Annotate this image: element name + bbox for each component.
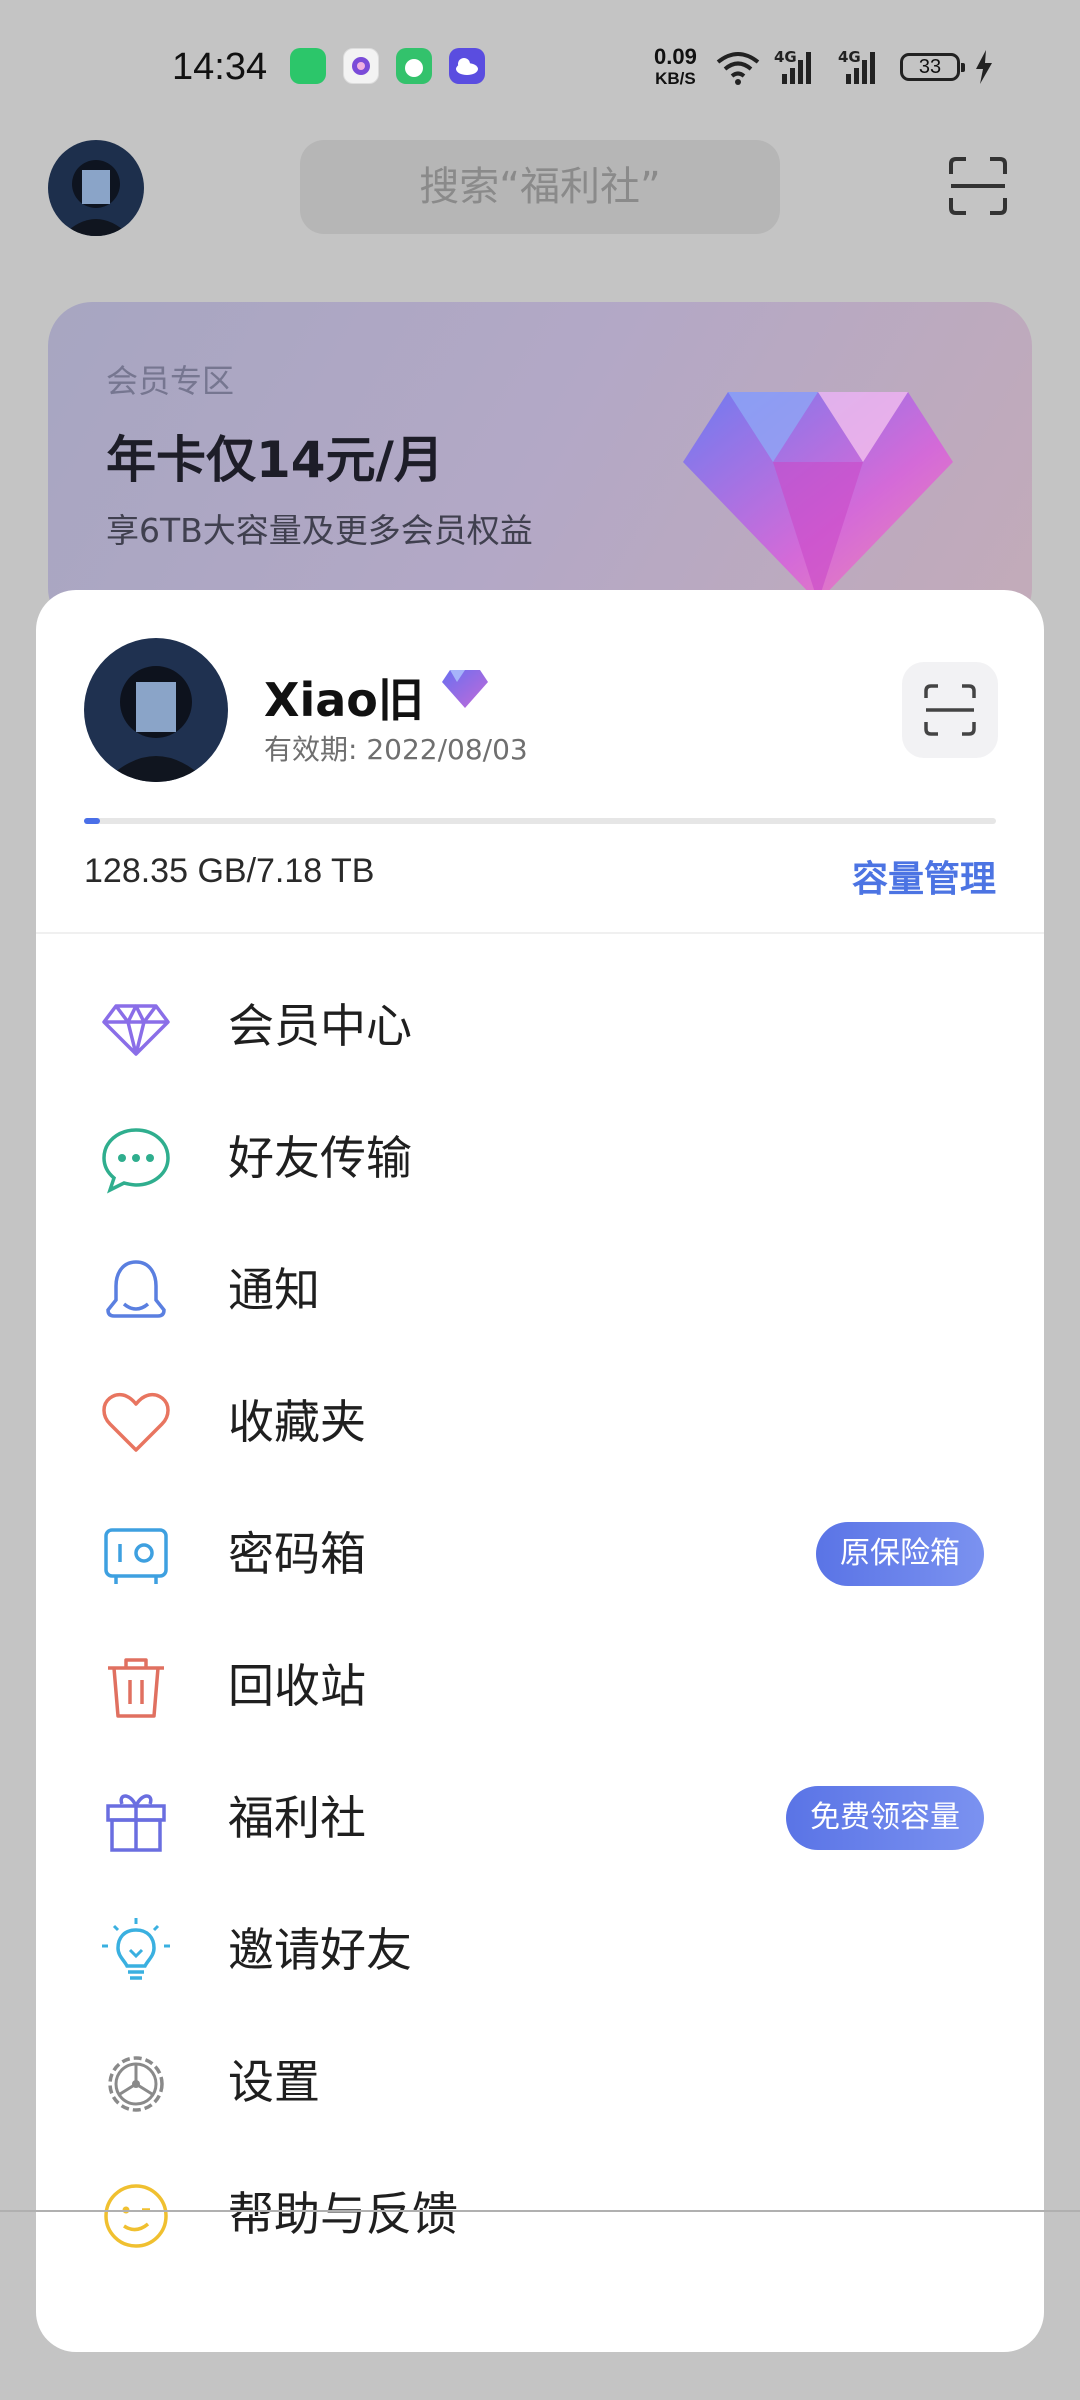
wechat-icon	[290, 48, 326, 84]
menu-item-welfare[interactable]: 福利社 免费领容量	[36, 1752, 1044, 1884]
membership-validity: 有效期: 2022/08/03	[264, 733, 528, 766]
game-app-icon	[396, 48, 432, 84]
status-bar: 14:34 0.09 KB/S 4G 4G 33	[0, 0, 1080, 136]
cloud-app-icon	[449, 48, 485, 84]
menu-item-label: 会员中心	[228, 999, 412, 1053]
promo-title: 年卡仅14元/月	[106, 431, 444, 489]
battery-icon: 33	[900, 53, 965, 81]
capacity-management-link[interactable]: 容量管理	[852, 850, 996, 902]
smile-icon	[104, 2184, 168, 2248]
profile-avatar[interactable]	[84, 638, 228, 782]
trash-icon	[108, 1658, 164, 1718]
scan-icon	[924, 684, 976, 736]
menu-item-label: 收藏夹	[228, 1395, 366, 1449]
menu-item-label: 帮助与反馈	[228, 2187, 458, 2241]
camera-app-icon	[343, 48, 379, 84]
menu-item-label: 好友传输	[228, 1131, 412, 1185]
wifi-icon	[716, 52, 760, 85]
scan-icon[interactable]	[948, 156, 1008, 216]
storage-progress-bar	[84, 818, 996, 824]
username: Xiao旧	[264, 673, 424, 727]
vip-diamond-icon	[442, 670, 488, 708]
signal-icon: 4G	[838, 48, 878, 88]
scan-button[interactable]	[902, 662, 998, 758]
background-tabbar-divider	[0, 2210, 1080, 2212]
network-speed: 0.09 KB/S	[654, 44, 697, 89]
menu-item-label: 回收站	[228, 1659, 366, 1713]
menu-item-label: 设置	[228, 2055, 320, 2109]
diamond-icon	[102, 1004, 170, 1056]
menu-item-recycle-bin[interactable]: 回收站	[36, 1620, 1044, 1752]
signal-icon: 4G	[774, 48, 814, 88]
menu-item-friend-transfer[interactable]: 好友传输	[36, 1092, 1044, 1224]
charging-icon	[976, 50, 992, 84]
search-input[interactable]: 搜索“福利社”	[300, 140, 780, 234]
menu-item-settings[interactable]: 设置	[36, 2016, 1044, 2148]
gift-icon	[106, 1794, 166, 1852]
chat-icon	[102, 1128, 170, 1194]
menu-item-favorites[interactable]: 收藏夹	[36, 1356, 1044, 1488]
menu-item-label: 通知	[228, 1263, 320, 1317]
menu-item-label: 密码箱	[228, 1527, 366, 1581]
password-safe-badge[interactable]: 原保险箱	[816, 1522, 984, 1586]
status-time: 14:34	[172, 46, 268, 88]
menu-item-password-safe[interactable]: 密码箱 原保险箱	[36, 1488, 1044, 1620]
storage-progress-fill	[84, 818, 100, 824]
welfare-badge[interactable]: 免费领容量	[786, 1786, 984, 1850]
gear-icon	[108, 2056, 164, 2112]
diamond-illustration	[683, 392, 953, 602]
storage-usage-text: 128.35 GB/7.18 TB	[84, 852, 375, 890]
menu-item-vip-center[interactable]: 会员中心	[36, 960, 1044, 1092]
promo-card[interactable]: 会员专区 年卡仅14元/月 享6TB大容量及更多会员权益	[48, 302, 1032, 632]
lightbulb-icon	[102, 1918, 170, 1980]
header-avatar[interactable]	[48, 140, 144, 236]
heart-icon	[102, 1392, 170, 1452]
menu-item-help-feedback[interactable]: 帮助与反馈	[36, 2148, 1044, 2280]
menu-item-label: 福利社	[228, 1791, 366, 1845]
divider	[36, 932, 1044, 934]
menu-item-notifications[interactable]: 通知	[36, 1224, 1044, 1356]
account-drawer: Xiao旧 有效期: 2022/08/03 128.35 GB/7.18 TB …	[36, 590, 1044, 2352]
promo-subtitle: 享6TB大容量及更多会员权益	[106, 511, 533, 550]
menu-item-label: 邀请好友	[228, 1923, 412, 1977]
bell-icon	[106, 1260, 166, 1318]
menu-item-invite-friends[interactable]: 邀请好友	[36, 1884, 1044, 2016]
safe-icon	[104, 1528, 168, 1584]
promo-tag: 会员专区	[106, 362, 235, 400]
